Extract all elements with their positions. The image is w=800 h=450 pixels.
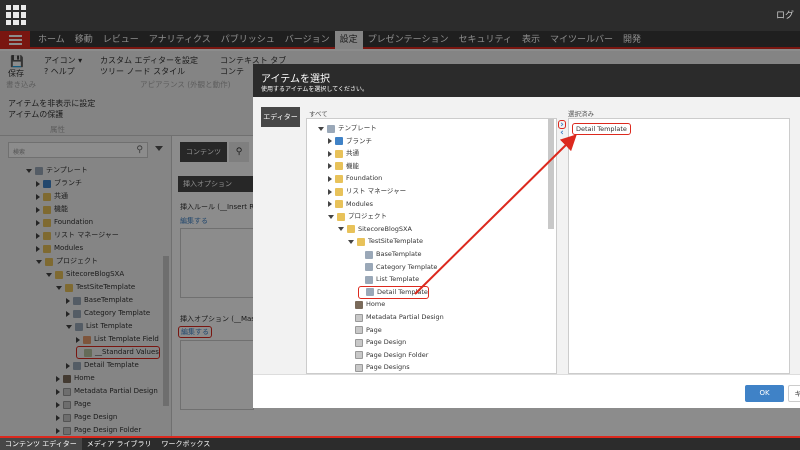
tree-node-label: TestSiteTemplate (368, 237, 423, 246)
dialog-footer: OK キ (253, 374, 800, 408)
tree-node-label: リスト マネージャー (346, 187, 407, 195)
tree-node-label: 共通 (346, 149, 359, 158)
dialog-tree-node[interactable]: Detail Template (358, 285, 429, 299)
tmpl-icon (365, 250, 373, 259)
dialog-tree-node[interactable]: プロジェクト (328, 210, 387, 223)
cancel-button[interactable]: キ (788, 385, 800, 402)
ok-button[interactable]: OK (745, 385, 784, 402)
folder-icon (337, 212, 345, 221)
top-bar: ログ (0, 0, 800, 31)
tree-node-label: ブランチ (346, 136, 372, 145)
tree-node-label: Metadata Partial Design (366, 313, 444, 321)
dialog-body: エディター すべて 選択済み テンプレート ブランチ共通機能 Foundation リ… (253, 97, 800, 374)
page-icon (355, 351, 363, 360)
bottom-tab-1[interactable]: メディア ライブラリ (82, 438, 157, 450)
dialog-tree-node[interactable]: Page Designs (348, 361, 410, 373)
tree-node-label: List Template (376, 275, 420, 284)
folder-icon (335, 200, 343, 209)
tree-node-label: Page Design (366, 338, 407, 347)
tree-node-label: Foundation (346, 174, 383, 183)
expander-icon[interactable] (328, 188, 332, 195)
bottom-tab-0[interactable]: コンテンツ エディター (0, 438, 82, 450)
folder-icon (335, 187, 343, 196)
dialog-tree-node[interactable]: Category Template (358, 261, 437, 274)
dialog-tree-node[interactable]: Modules (328, 198, 373, 211)
expander-icon[interactable] (328, 214, 334, 219)
tmpl-icon (365, 263, 373, 272)
tree-node-label: BaseTemplate (376, 250, 422, 258)
folder-icon (357, 237, 365, 246)
expander-icon[interactable] (328, 150, 332, 157)
all-label: すべて (309, 110, 328, 118)
bottom-tab-2[interactable]: ワークボックス (157, 438, 216, 450)
expander-icon[interactable] (338, 227, 344, 232)
dialog-tree-node[interactable]: BaseTemplate (358, 248, 422, 261)
dialog-tree-node[interactable]: Home (348, 298, 385, 311)
selected-item[interactable]: Detail Template (572, 123, 631, 135)
tree-node-label: プロジェクト (348, 212, 387, 221)
dialog-tree-node[interactable]: リスト マネージャー (328, 185, 406, 198)
tmpl-icon (327, 124, 335, 133)
expander-icon[interactable] (328, 201, 332, 208)
dialog-tree-node[interactable]: Page (348, 324, 382, 337)
dialog-tree-node[interactable]: テンプレート (318, 122, 377, 135)
launchpad-icon[interactable] (6, 5, 26, 25)
dialog-title: アイテムを選択 (261, 74, 330, 85)
bottom-bar: コンテンツ エディター メディア ライブラリ ワークボックス (0, 436, 800, 450)
page-icon (355, 313, 363, 322)
tree-node-label: Category Template (376, 262, 438, 271)
expander-icon[interactable] (328, 163, 332, 170)
folder-icon (335, 149, 343, 158)
selected-list: Detail Template (568, 118, 790, 374)
logout-link[interactable]: ログ (776, 8, 794, 21)
dialog-tree-node[interactable]: 共通 (328, 147, 359, 160)
dialog-tree-node[interactable]: Page Design (348, 336, 406, 349)
dialog-tree-scrollbar[interactable] (548, 119, 554, 229)
expander-icon[interactable] (348, 239, 354, 244)
dialog-tree-node[interactable]: Metadata Partial Design (348, 311, 444, 324)
dialog-tree: テンプレート ブランチ共通機能 Foundation リスト マネージャー Module… (306, 118, 557, 374)
tree-node-label: Page Design Folder (366, 350, 429, 359)
dialog-tree-node[interactable]: ブランチ (328, 135, 372, 148)
folder-icon (347, 225, 355, 234)
folder-icon (335, 162, 343, 171)
expander-icon[interactable] (318, 126, 324, 131)
folder-icon (335, 174, 343, 183)
tree-node-label: Page Designs (366, 363, 410, 372)
expander-icon[interactable] (328, 175, 332, 182)
dialog-tree-node[interactable]: List Template (358, 273, 419, 286)
dialog-tree-node[interactable]: Page Design Folder (348, 349, 428, 362)
dialog-tree-node[interactable]: TestSiteTemplate (348, 235, 423, 248)
tree-node-label: Home (366, 300, 386, 309)
tree-node-label: Page (366, 325, 382, 334)
tree-node-label: SitecoreBlogSXA (358, 224, 412, 233)
selected-label: 選択済み (568, 110, 594, 118)
expander-icon[interactable] (328, 138, 332, 145)
dialog-tree-node[interactable]: SitecoreBlogSXA (338, 223, 412, 236)
move-buttons: › ‹ (558, 120, 566, 138)
dialog-tree-node[interactable]: Foundation (328, 172, 382, 185)
dialog-header: アイテムを選択 使用するアイテムを選択してください。 (253, 64, 800, 97)
page-icon (355, 338, 363, 347)
tree-node-label: テンプレート (338, 124, 377, 132)
tab-editor[interactable]: エディター (261, 107, 300, 127)
tree-node-label: Detail Template (377, 287, 428, 296)
select-item-dialog: アイテムを選択 使用するアイテムを選択してください。 エディター すべて 選択済… (253, 64, 800, 408)
page-icon (355, 363, 363, 372)
dialog-tree-node[interactable]: 機能 (328, 160, 359, 173)
tree-node-label: Modules (346, 199, 374, 208)
move-left-icon[interactable]: ‹ (558, 129, 566, 138)
dialog-subtitle: 使用するアイテムを選択してください。 (261, 86, 369, 93)
tree-node-label: 機能 (346, 161, 359, 170)
tmpl-icon (365, 275, 373, 284)
page-icon (355, 326, 363, 335)
tmpl-icon (366, 288, 374, 297)
branch-icon (335, 137, 343, 146)
home-icon (355, 300, 363, 309)
